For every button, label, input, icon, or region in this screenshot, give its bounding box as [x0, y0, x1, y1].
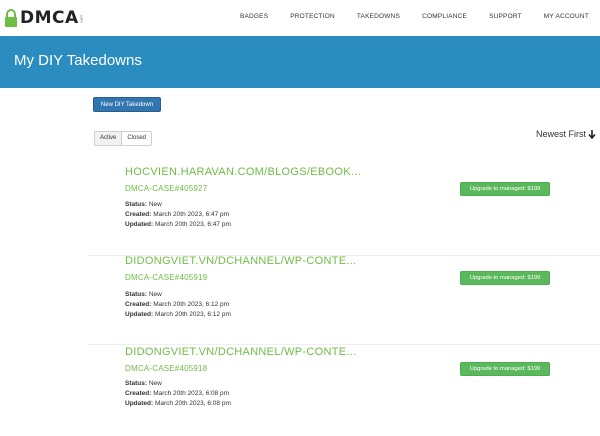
nav-protection[interactable]: PROTECTION — [290, 13, 335, 20]
case-updated: Updated: March 20th 2023, 6:12 pm — [125, 311, 231, 318]
case-created: Created: March 20th 2023, 6:12 pm — [125, 301, 229, 308]
case-created: Created: March 20th 2023, 6:47 pm — [125, 211, 229, 218]
updated-label: Updated: — [125, 311, 154, 318]
case-updated: Updated: March 20th 2023, 6:08 pm — [125, 400, 231, 407]
updated-value: March 20th 2023, 6:12 pm — [154, 311, 231, 318]
dmca-logo[interactable]: DMCA .com — [4, 6, 85, 30]
case-status: Status: New — [125, 291, 162, 298]
page-header: My DIY Takedowns — [0, 36, 600, 88]
sort-dropdown[interactable]: Newest First — [536, 129, 596, 139]
case-url-link[interactable]: DIDONGVIET.VN/DCHANNEL/WP-CONTE... — [125, 346, 356, 358]
status-value: New — [148, 291, 162, 298]
filter-active-button[interactable]: Active — [94, 131, 123, 146]
takedown-case: HOCVIEN.HARAVAN.COM/BLOGS/EBOOK... DMCA-… — [88, 166, 600, 256]
case-id: DMCA-CASE#405918 — [125, 364, 208, 373]
upgrade-to-managed-button[interactable]: Upgrade to managed: $199 — [460, 362, 550, 376]
nav-takedowns[interactable]: TAKEDOWNS — [357, 13, 400, 20]
nav-badges[interactable]: BADGES — [240, 13, 268, 20]
case-id: DMCA-CASE#405919 — [125, 273, 208, 282]
nav-compliance[interactable]: COMPLIANCE — [422, 13, 467, 20]
created-label: Created: — [125, 301, 152, 308]
updated-label: Updated: — [125, 400, 154, 407]
page-title: My DIY Takedowns — [14, 52, 142, 69]
takedown-case: DIDONGVIET.VN/DCHANNEL/WP-CONTE... DMCA-… — [88, 255, 600, 345]
created-value: March 20th 2023, 6:47 pm — [153, 211, 230, 218]
status-filter-group: Active Closed — [94, 131, 153, 146]
upgrade-to-managed-button[interactable]: Upgrade to managed: $199 — [460, 182, 550, 196]
filter-closed-button[interactable]: Closed — [122, 131, 153, 146]
status-value: New — [148, 380, 162, 387]
lock-icon — [5, 9, 17, 27]
case-status: Status: New — [125, 380, 162, 387]
case-url-link[interactable]: HOCVIEN.HARAVAN.COM/BLOGS/EBOOK... — [125, 166, 361, 178]
status-label: Status: — [125, 291, 148, 298]
created-value: March 20th 2023, 6:12 pm — [153, 301, 230, 308]
case-id: DMCA-CASE#405927 — [125, 184, 208, 193]
upgrade-to-managed-button[interactable]: Upgrade to managed: $199 — [460, 271, 550, 285]
main-nav: BADGES PROTECTION TAKEDOWNS COMPLIANCE S… — [218, 13, 589, 20]
new-diy-takedown-button[interactable]: New DIY Takedown — [93, 97, 161, 112]
nav-my-account[interactable]: MY ACCOUNT — [544, 13, 589, 20]
status-label: Status: — [125, 380, 148, 387]
updated-label: Updated: — [125, 221, 154, 228]
top-navbar: DMCA .com BADGES PROTECTION TAKEDOWNS CO… — [0, 0, 600, 36]
created-label: Created: — [125, 390, 152, 397]
status-label: Status: — [125, 201, 148, 208]
status-value: New — [148, 201, 162, 208]
updated-value: March 20th 2023, 6:08 pm — [154, 400, 231, 407]
created-value: March 20th 2023, 6:08 pm — [153, 390, 230, 397]
sort-label: Newest First — [535, 129, 586, 139]
nav-support[interactable]: SUPPORT — [489, 13, 522, 20]
case-updated: Updated: March 20th 2023, 6:47 pm — [125, 221, 231, 228]
updated-value: March 20th 2023, 6:47 pm — [154, 221, 231, 228]
created-label: Created: — [125, 211, 152, 218]
case-status: Status: New — [125, 201, 162, 208]
logo-sub: .com — [79, 13, 85, 23]
case-created: Created: March 20th 2023, 6:08 pm — [125, 390, 229, 397]
arrow-down-icon — [588, 129, 596, 139]
takedown-case: DIDONGVIET.VN/DCHANNEL/WP-CONTE... DMCA-… — [88, 346, 600, 436]
case-url-link[interactable]: DIDONGVIET.VN/DCHANNEL/WP-CONTE... — [125, 255, 356, 267]
logo-text: DMCA — [20, 8, 79, 28]
